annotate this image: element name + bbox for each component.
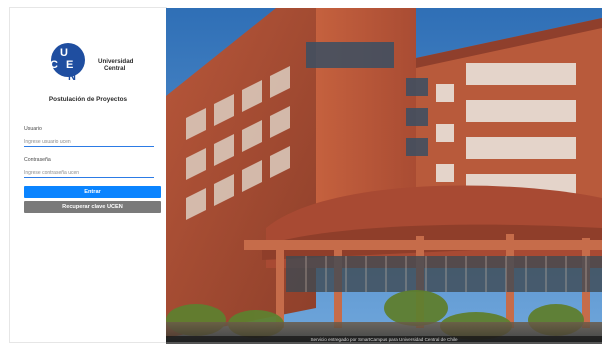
user-label: Usuario — [24, 126, 42, 132]
footer-credit: Servicio entregado por SmartCampus para … — [166, 336, 602, 344]
logo-wordmark-line-2: Central — [104, 65, 126, 72]
login-page: U C E N Universidad Central Postulación … — [0, 0, 610, 350]
ucen-logo: U C E N Universidad Central — [46, 38, 138, 86]
app-title: Postulación de Proyectos — [48, 96, 128, 103]
logo-letter-e: E — [66, 59, 73, 71]
campus-building-photo — [166, 8, 602, 342]
password-label: Contraseña — [24, 157, 51, 163]
password-input[interactable] — [24, 168, 154, 178]
logo-letter-u: U — [60, 47, 68, 59]
logo-letter-n: N — [68, 71, 76, 82]
user-input[interactable] — [24, 137, 154, 147]
logo-letter-c: C — [50, 59, 58, 71]
recover-password-button[interactable]: Recuperar clave UCEN — [24, 201, 161, 213]
login-panel: U C E N Universidad Central Postulación … — [10, 8, 166, 342]
ucen-logo-mark: U C E N — [50, 43, 85, 82]
submit-button[interactable]: Entrar — [24, 186, 161, 198]
logo-wordmark: Universidad Central — [98, 58, 133, 72]
logo-wordmark-line-1: Universidad — [98, 58, 134, 65]
